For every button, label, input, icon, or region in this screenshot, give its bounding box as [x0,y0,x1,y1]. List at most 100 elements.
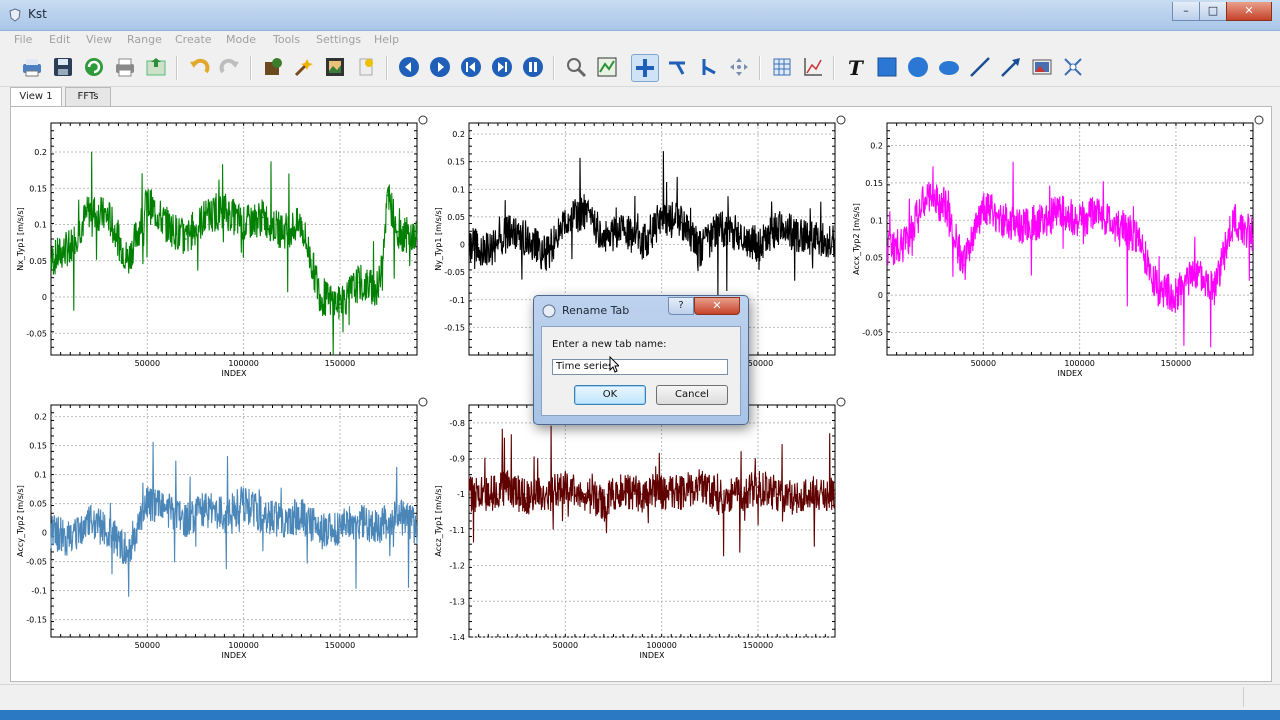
data-point [564,486,567,488]
data-point [1155,286,1158,289]
rename-tab-dialog: Rename Tab ? ✕ Enter a new tab name: OK … [533,295,749,425]
data-point [204,216,206,219]
save-button[interactable] [50,54,76,80]
bookmark-button[interactable] [353,54,379,80]
zoom-reset-button[interactable] [563,54,589,80]
menu-edit[interactable]: Edit [49,33,70,46]
data-manager-button[interactable] [260,54,286,80]
data-point [834,493,836,496]
data-point [487,249,490,251]
reload-button[interactable] [81,54,107,80]
data-point [107,216,110,219]
menu-file[interactable]: File [14,33,32,46]
grid-button[interactable] [769,54,795,80]
image-export-button[interactable] [322,54,348,80]
data-point [69,245,72,248]
data-point [146,201,149,204]
back-page-button[interactable] [458,54,484,80]
forward-page-button[interactable] [489,54,515,80]
data-point [660,216,663,218]
box-tool-icon [877,57,897,77]
data-point [795,497,798,499]
maximize-button[interactable]: □ [1199,2,1227,21]
data-point [583,493,586,496]
print-button[interactable] [19,54,45,80]
plot-button[interactable] [800,54,826,80]
line-tool-button[interactable] [967,54,993,80]
data-point [506,486,509,488]
cancel-button[interactable]: Cancel [656,385,728,405]
pause-button[interactable] [520,54,546,80]
title-bar[interactable]: Kst – □ ✕ [0,0,1280,31]
menu-range[interactable]: Range [127,33,162,46]
y-tick-label: 0 [42,293,47,302]
plot-frame [886,122,1254,356]
export-button[interactable] [143,54,169,80]
data-point [1021,226,1023,229]
y-tick-label: 0.1 [452,185,465,194]
menu-bar: File Edit View Range Create Mode Tools S… [0,31,1280,49]
layout-icon [730,58,748,76]
x-axis-label: INDEX [639,651,665,660]
y-tick-label: 0.2 [34,413,47,422]
data-point [795,232,798,235]
y-tick-label: -0.8 [449,419,465,428]
undo-button[interactable] [186,54,212,80]
plot-resize-handle[interactable] [836,397,846,407]
data-point [377,288,380,291]
plot-4[interactable]: 50000 100000 150000 0.2 0.15 0.1 0.05 0 -0.05 -0.… [11,397,429,677]
back-button[interactable] [396,54,422,80]
picture-tool-button[interactable] [1029,54,1055,80]
y-tick-label: 0 [460,241,465,250]
plot-resize-handle[interactable] [418,397,428,407]
x-zoom-button[interactable] [664,54,690,80]
redo-icon [219,58,239,74]
y-zoom-button[interactable] [695,54,721,80]
dialog-close-button[interactable]: ✕ [694,297,740,315]
plot-frame [468,404,836,638]
redo-button[interactable] [217,54,243,80]
print-preview-button[interactable] [112,54,138,80]
tab-name-input[interactable] [552,359,728,375]
layout-button[interactable] [726,54,752,80]
plot-resize-handle[interactable] [836,115,846,125]
data-wizard-button[interactable] [291,54,317,80]
ok-button[interactable]: OK [574,385,646,405]
menu-settings[interactable]: Settings [316,33,361,46]
plot-resize-handle[interactable] [1254,115,1264,125]
dialog-help-button[interactable]: ? [668,297,694,315]
y-tick-label: 0.15 [865,179,883,188]
forward-button[interactable] [427,54,453,80]
data-point [50,259,52,262]
plot-3[interactable]: 50000 100000 150000 0.2 0.15 0.1 0.05 0 -0.05 IND… [847,115,1265,395]
menu-view[interactable]: View [86,33,112,46]
ellipse-tool-icon [939,61,959,75]
zoom-fit-button[interactable] [594,54,620,80]
plot-5[interactable]: 50000 100000 150000 -0.8 -0.9 -1 -1.1 -1.2 -1.3 -… [429,397,847,677]
minimize-button[interactable]: – [1172,2,1200,21]
ellipse-tool-button[interactable] [936,54,962,80]
menu-mode[interactable]: Mode [226,33,256,46]
plot-resize-handle[interactable] [418,115,428,125]
legend-tool-button[interactable] [1060,54,1086,80]
menu-help[interactable]: Help [374,33,399,46]
data-point [88,209,91,211]
back-page-icon [461,57,481,77]
circle-tool-button[interactable] [905,54,931,80]
plot-1[interactable]: 50000 100000 150000 0.2 0.15 0.1 0.05 0 -0.05 IND… [11,115,429,395]
menu-create[interactable]: Create [175,33,212,46]
box-tool-button[interactable] [874,54,900,80]
arrow-tool-button[interactable] [998,54,1024,80]
data-point [88,520,91,522]
text-tool-button[interactable]: T [843,54,869,80]
y-tick-label: 0.1 [34,471,47,480]
data-point [699,249,701,251]
menu-tools[interactable]: Tools [273,33,300,46]
forward-icon [430,57,450,77]
data-point [737,493,740,496]
tab-view-1[interactable]: View 1 [10,87,62,107]
data-point [468,493,470,496]
tab-ffts[interactable]: FFTs [65,87,111,106]
close-button[interactable]: ✕ [1226,2,1272,21]
xy-zoom-button[interactable] [631,54,659,82]
